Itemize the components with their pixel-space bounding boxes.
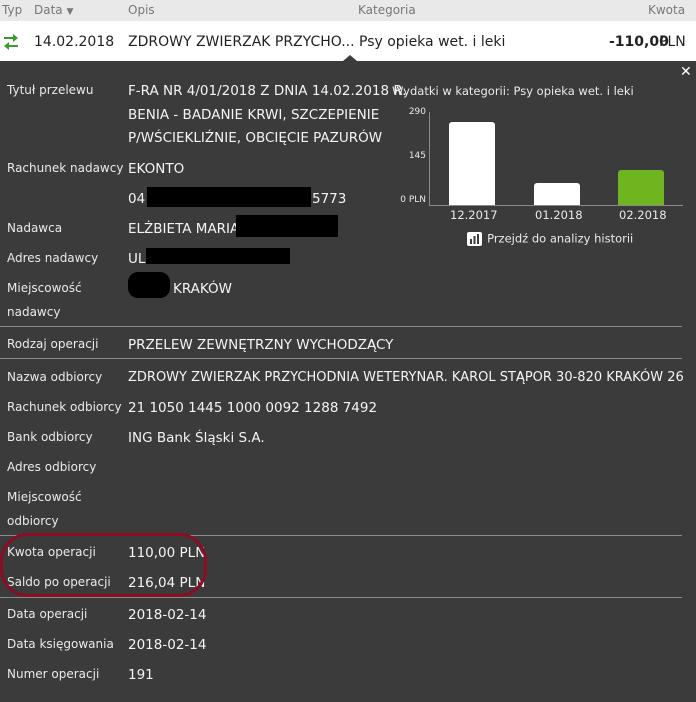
column-kwota[interactable]: Kwota — [648, 3, 685, 17]
sender-account-suffix: 5773 — [312, 191, 347, 207]
chart-bar[interactable] — [449, 122, 495, 205]
recipient-bank-label: Bank odbiorcy — [7, 430, 93, 444]
table-header: Typ Data ▼ Opis Kategoria Kwota — [0, 0, 696, 21]
column-opis[interactable]: Opis — [128, 3, 155, 17]
chart-plot-area — [429, 112, 683, 206]
chart-title: Wydatki w kategorii: Psy opieka wet. i l… — [392, 84, 634, 98]
sender-city-label-2: nadawcy — [7, 305, 61, 319]
chart-x-axis: 12.2017 01.2018 02.2018 — [429, 208, 682, 224]
bar-chart-icon — [467, 231, 482, 246]
sender-city-value: KRAKÓW — [173, 281, 233, 297]
sender-account-name: EKONTO — [128, 161, 185, 177]
redaction-box — [146, 248, 290, 264]
transfer-arrows-icon — [4, 34, 18, 50]
title-label: Tytuł przelewu — [7, 83, 94, 97]
highlight-oval — [0, 533, 207, 597]
sender-account-prefix: 04 — [128, 191, 146, 207]
history-analysis-label: Przejdź do analizy historii — [487, 231, 634, 246]
transaction-date: 14.02.2018 — [34, 34, 115, 50]
recipient-city-label-2: odbiorcy — [7, 514, 59, 528]
x-tick-label: 01.2018 — [535, 208, 583, 222]
recipient-city-label: Miejscowość — [7, 490, 82, 504]
y-tick-label: 0 PLN — [400, 195, 426, 205]
transaction-currency: PLN — [659, 34, 686, 50]
sender-account-label: Rachunek nadawcy — [7, 161, 124, 175]
transaction-category[interactable]: Psy opieka wet. i leki — [359, 34, 505, 50]
close-icon[interactable]: ✕ — [680, 64, 692, 80]
x-tick-label: 02.2018 — [619, 208, 667, 222]
op-number-value: 191 — [128, 667, 154, 683]
column-data[interactable]: Data ▼ — [34, 3, 73, 17]
divider — [0, 358, 682, 359]
recipient-account-value: 21 1050 1445 1000 0092 1288 7492 — [128, 400, 378, 416]
history-analysis-link[interactable]: Przejdź do analizy historii — [467, 228, 633, 247]
booking-date-label: Data księgowania — [7, 637, 114, 651]
recipient-name-label: Nazwa odbiorcy — [7, 370, 103, 384]
redaction-box — [128, 272, 170, 298]
title-line-2: BENIA - BADANIE KRWI, SZCZEPIENIE — [128, 107, 380, 123]
details-panel: ✕ Tytuł przelewu F-RA NR 4/01/2018 Z DNI… — [0, 61, 696, 702]
redaction-box — [147, 187, 311, 207]
recipient-account-label: Rachunek odbiorcy — [7, 400, 122, 414]
transaction-row[interactable]: 14.02.2018 ZDROWY ZWIERZAK PRZYCHO... Ps… — [0, 21, 696, 61]
divider — [0, 326, 682, 327]
chart-bar[interactable] — [618, 170, 664, 205]
chart-y-axis: 290 145 0 PLN — [368, 107, 426, 207]
recipient-address-label: Adres odbiorcy — [7, 460, 97, 474]
op-number-label: Numer operacji — [7, 667, 100, 681]
redaction-box — [236, 215, 338, 237]
divider — [0, 597, 682, 598]
y-tick-label: 290 — [408, 107, 426, 117]
recipient-bank-value: ING Bank Śląski S.A. — [128, 430, 265, 446]
booking-date-value: 2018-02-14 — [128, 637, 207, 653]
title-line-1: F-RA NR 4/01/2018 Z DNIA 14.02.2018 R. — [128, 83, 407, 99]
sender-label: Nadawca — [7, 221, 63, 235]
column-kategoria[interactable]: Kategoria — [358, 3, 416, 17]
recipient-name-value: ZDROWY ZWIERZAK PRZYCHODNIA WETERYNAR. K… — [128, 370, 684, 385]
title-line-3: P/WŚCIEKLIŹNIE, OBCIĘCIE PAZURÓW — [128, 130, 383, 146]
y-tick-label: 145 — [408, 151, 426, 161]
sender-address-label: Adres nadawcy — [7, 251, 99, 265]
operation-type-value: PRZELEW ZEWNĘTRZNY WYCHODZĄCY — [128, 337, 394, 353]
column-typ[interactable]: Typ — [2, 3, 22, 17]
sort-down-icon: ▼ — [66, 7, 74, 17]
column-data-label: Data — [34, 3, 63, 17]
op-date-label: Data operacji — [7, 607, 88, 621]
op-date-value: 2018-02-14 — [128, 607, 207, 623]
x-tick-label: 12.2017 — [450, 208, 498, 222]
chart-bar[interactable] — [534, 183, 580, 205]
transaction-description: ZDROWY ZWIERZAK PRZYCHO... — [128, 34, 355, 50]
operation-type-label: Rodzaj operacji — [7, 337, 99, 351]
sender-city-label: Miejscowość — [7, 281, 82, 295]
